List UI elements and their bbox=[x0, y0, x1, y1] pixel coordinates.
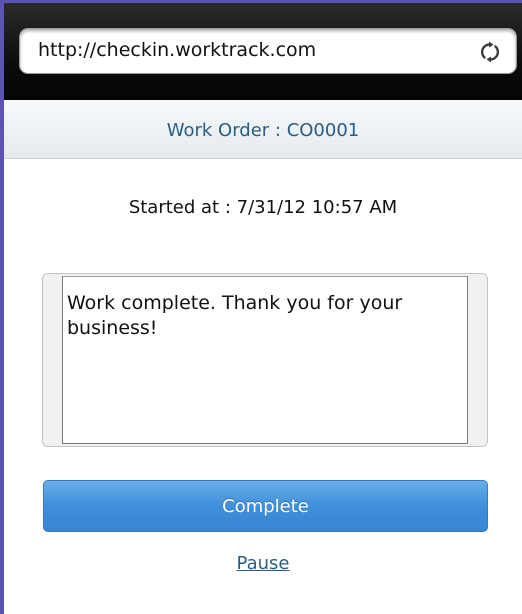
address-bar-url[interactable]: http://checkin.worktrack.com bbox=[38, 39, 316, 61]
address-bar[interactable]: http://checkin.worktrack.com bbox=[19, 28, 517, 74]
reload-icon[interactable] bbox=[478, 40, 502, 64]
started-at-text: Started at : 7/31/12 10:57 AM bbox=[128, 197, 398, 218]
page-header: Work Order : CO0001 bbox=[4, 100, 522, 159]
notes-container: Work complete. Thank you for your busine… bbox=[42, 273, 488, 447]
pause-link[interactable]: Pause bbox=[237, 553, 290, 574]
notes-textarea[interactable]: Work complete. Thank you for your busine… bbox=[62, 276, 468, 444]
browser-toolbar: http://checkin.worktrack.com bbox=[4, 3, 522, 100]
complete-button[interactable]: Complete bbox=[43, 480, 488, 532]
pause-link-container: Pause bbox=[4, 553, 522, 574]
page-title: Work Order : CO0001 bbox=[166, 120, 360, 141]
